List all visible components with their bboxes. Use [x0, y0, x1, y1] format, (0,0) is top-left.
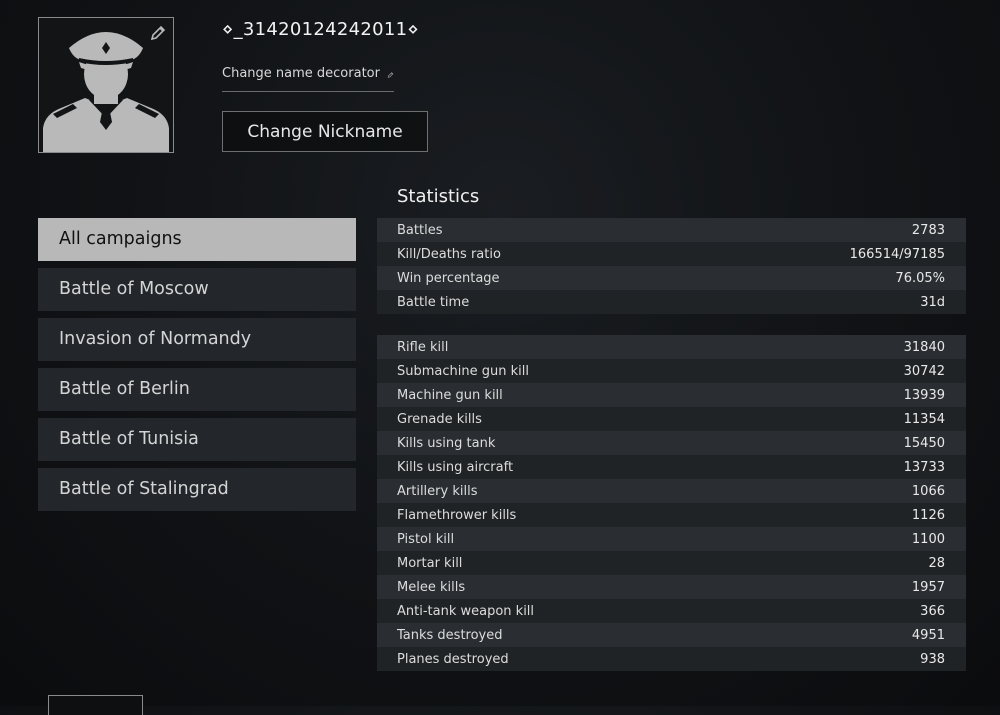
stat-value: 4951: [911, 627, 945, 643]
stat-label: Machine gun kill: [397, 387, 503, 403]
stat-label: Pistol kill: [397, 531, 455, 547]
stat-label: Submachine gun kill: [397, 363, 529, 379]
stat-row-anti-tank-kill: Anti-tank weapon kill 366: [377, 599, 966, 623]
stat-row-tanks-destroyed: Tanks destroyed 4951: [377, 623, 966, 647]
profile-avatar[interactable]: [38, 17, 174, 153]
stat-label: Planes destroyed: [397, 651, 509, 667]
stat-row-rifle-kill: Rifle kill 31840: [377, 335, 966, 359]
stat-row-kd-ratio: Kill/Deaths ratio 166514/97185: [377, 242, 966, 266]
stat-row-battles: Battles 2783: [377, 218, 966, 242]
stat-value: 1126: [911, 507, 945, 523]
stat-label: Kills using aircraft: [397, 459, 514, 475]
stat-label: Flamethrower kills: [397, 507, 517, 523]
stat-row-melee-kills: Melee kills 1957: [377, 575, 966, 599]
stat-row-aircraft-kills: Kills using aircraft 13733: [377, 455, 966, 479]
stat-value: 13939: [903, 387, 945, 403]
campaign-list: All campaigns Battle of Moscow Invasion …: [38, 218, 356, 518]
stat-row-win-percentage: Win percentage 76.05%: [377, 266, 966, 290]
stat-row-mortar-kill: Mortar kill 28: [377, 551, 966, 575]
stat-row-machine-gun-kill: Machine gun kill 13939: [377, 383, 966, 407]
stat-value: 76.05%: [895, 270, 945, 286]
stat-value: 31840: [903, 339, 945, 355]
stat-row-artillery-kills: Artillery kills 1066: [377, 479, 966, 503]
stat-label: Artillery kills: [397, 483, 478, 499]
campaign-item-berlin[interactable]: Battle of Berlin: [38, 368, 356, 411]
edit-avatar-pencil-icon[interactable]: [149, 24, 167, 42]
stat-label: Grenade kills: [397, 411, 482, 427]
stat-value: 30742: [903, 363, 945, 379]
statistics-title: Statistics: [397, 186, 480, 207]
stat-row-tank-kills: Kills using tank 15450: [377, 431, 966, 455]
stat-value: 366: [920, 603, 945, 619]
campaign-item-all[interactable]: All campaigns: [38, 218, 356, 261]
stat-label: Mortar kill: [397, 555, 463, 571]
stat-value: 1957: [911, 579, 945, 595]
campaign-item-stalingrad[interactable]: Battle of Stalingrad: [38, 468, 356, 511]
general-stats-table: Battles 2783 Kill/Deaths ratio 166514/97…: [377, 218, 966, 314]
stat-value: 31d: [920, 294, 945, 310]
campaign-item-moscow[interactable]: Battle of Moscow: [38, 268, 356, 311]
stat-value: 2783: [911, 222, 945, 238]
stat-label: Anti-tank weapon kill: [397, 603, 535, 619]
player-nickname: ⋄_31420124242011⋄: [222, 19, 419, 40]
stat-label: Rifle kill: [397, 339, 449, 355]
stat-value: 166514/97185: [849, 246, 945, 262]
stat-value: 13733: [903, 459, 945, 475]
stat-value: 1066: [911, 483, 945, 499]
stat-value: 28: [928, 555, 945, 571]
kill-stats-table: Rifle kill 31840 Submachine gun kill 307…: [377, 335, 966, 671]
stat-label: Kills using tank: [397, 435, 496, 451]
stat-value: 1100: [911, 531, 945, 547]
change-decorator-label: Change name decorator: [222, 66, 380, 81]
stat-label: Win percentage: [397, 270, 500, 286]
pencil-icon: [387, 72, 394, 78]
stat-value: 11354: [903, 411, 945, 427]
stat-row-submachine-gun-kill: Submachine gun kill 30742: [377, 359, 966, 383]
stat-row-pistol-kill: Pistol kill 1100: [377, 527, 966, 551]
change-nickname-button[interactable]: Change Nickname: [222, 111, 428, 152]
change-name-decorator-link[interactable]: Change name decorator: [222, 66, 394, 92]
stat-label: Kill/Deaths ratio: [397, 246, 501, 262]
campaign-item-normandy[interactable]: Invasion of Normandy: [38, 318, 356, 361]
stat-row-flamethrower-kills: Flamethrower kills 1126: [377, 503, 966, 527]
stat-label: Battles: [397, 222, 443, 238]
bottom-partial-button[interactable]: [48, 695, 143, 715]
stat-row-grenade-kills: Grenade kills 11354: [377, 407, 966, 431]
stat-label: Melee kills: [397, 579, 466, 595]
stat-label: Battle time: [397, 294, 470, 310]
stat-value: 938: [920, 651, 945, 667]
stat-row-planes-destroyed: Planes destroyed 938: [377, 647, 966, 671]
stat-label: Tanks destroyed: [397, 627, 503, 643]
stat-row-battle-time: Battle time 31d: [377, 290, 966, 314]
campaign-item-tunisia[interactable]: Battle of Tunisia: [38, 418, 356, 461]
stat-value: 15450: [903, 435, 945, 451]
